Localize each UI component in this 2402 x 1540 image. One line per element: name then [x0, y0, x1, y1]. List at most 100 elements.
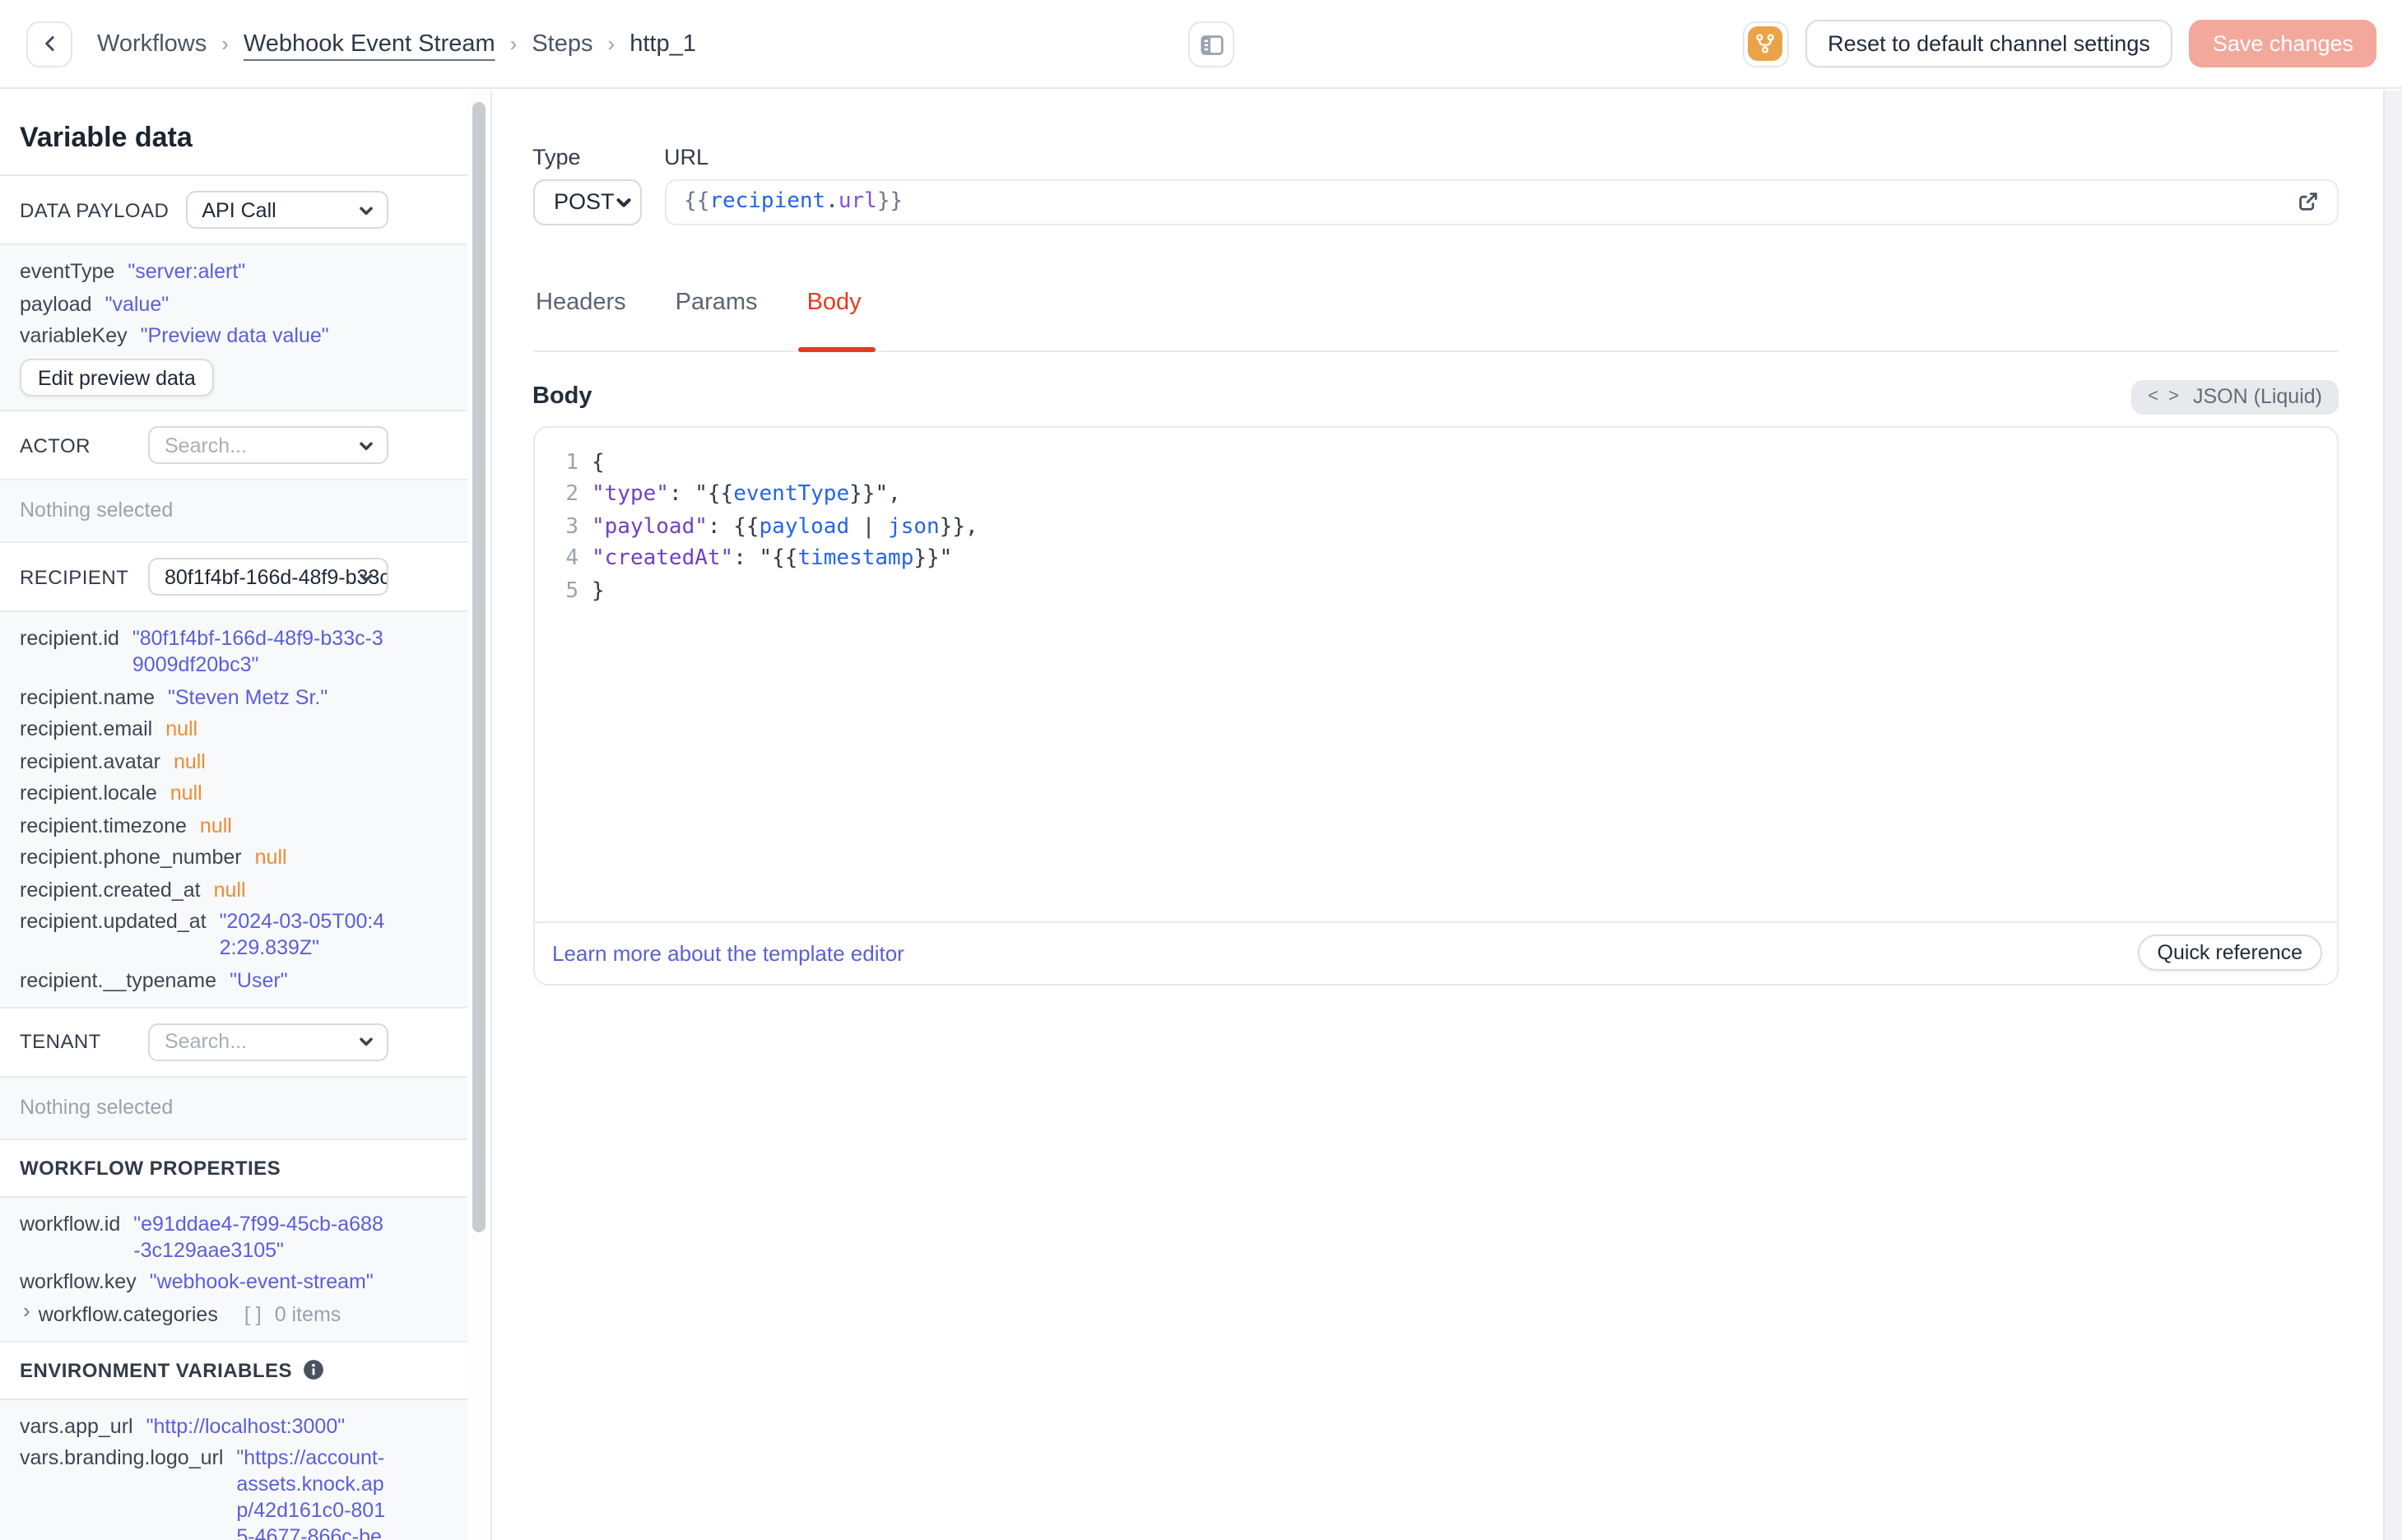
header-actions: Reset to default channel settings Save c…: [1742, 20, 2376, 67]
data-payload-select[interactable]: API Call: [185, 191, 388, 229]
variable-key: recipient.phone_number: [20, 846, 242, 869]
breadcrumb-item-workflows[interactable]: Workflows: [97, 30, 207, 57]
back-button[interactable]: [26, 21, 72, 67]
breadcrumb-separator: ›: [509, 31, 518, 56]
line-number: 2: [565, 482, 578, 507]
panel-layout-icon: [1197, 30, 1225, 58]
page-scrollbar-gutter[interactable]: [2383, 90, 2402, 1540]
commit-branch-button[interactable]: [1742, 21, 1789, 67]
request-tabs: Headers Params Body: [532, 287, 2339, 351]
chevron-down-icon: [357, 436, 375, 454]
variable-key: workflow.categories: [38, 1302, 218, 1325]
http-method-select[interactable]: POST: [532, 179, 641, 225]
reset-channel-settings-button[interactable]: Reset to default channel settings: [1805, 20, 2173, 67]
url-input[interactable]: {{recipient.url}}: [664, 179, 2339, 225]
editor-language-text: JSON (Liquid): [2193, 385, 2322, 408]
tab-headers[interactable]: Headers: [532, 287, 630, 350]
line-number: 5: [565, 578, 578, 603]
environment-variables-heading-text: ENVIRONMENT VARIABLES: [20, 1358, 292, 1381]
recipient-select[interactable]: 80f1f4bf-166d-48f9-b33c: [148, 558, 388, 596]
top-header: Workflows › Webhook Event Stream › Steps › htt…: [0, 0, 2402, 89]
variable-row: recipient.__typename "User": [20, 967, 388, 993]
variable-key: recipient.timezone: [20, 814, 187, 837]
code-text: "createdAt": "{{timestamp}}": [592, 546, 953, 571]
template-editor-docs-link[interactable]: Learn more about the template editor: [552, 940, 904, 965]
external-link-icon[interactable]: [2296, 190, 2321, 215]
variable-row: recipient.timezone null: [20, 812, 388, 838]
chevron-left-icon: [37, 31, 62, 56]
breadcrumb-separator: ›: [607, 31, 616, 56]
code-text: }: [592, 578, 605, 603]
variable-value: "User": [230, 968, 288, 991]
http-method-value: POST: [554, 189, 615, 215]
recipient-label: RECIPIENT: [20, 565, 129, 588]
variable-key: recipient.name: [20, 685, 155, 708]
chevron-down-icon: [615, 192, 634, 212]
environment-variables-heading: ENVIRONMENT VARIABLES: [0, 1342, 467, 1398]
preview-data-panel: eventType "server:alert" payload "value" var…: [0, 244, 467, 411]
variable-row: vars.app_url "http://localhost:3000": [20, 1412, 388, 1439]
type-label: Type: [532, 145, 581, 169]
breadcrumb-item-webhook-event-stream[interactable]: Webhook Event Stream: [244, 30, 495, 57]
quick-reference-button[interactable]: Quick reference: [2137, 935, 2322, 971]
tenant-search-input[interactable]: [150, 1024, 387, 1059]
template-editor: 1{2 "type": "{{eventType}}", 3 "payload": {…: [532, 425, 2339, 985]
variable-key: workflow.id: [20, 1212, 121, 1235]
variable-row: workflow.id "e91ddae4-7f99-45cb-a688-3c12…: [20, 1210, 388, 1263]
line-number: 3: [565, 514, 578, 539]
recipient-rows: recipient.id "80f1f4bf-166d-48f9-b33c-390…: [20, 625, 388, 993]
request-fields: Type POST URL {{recipient.url}}: [532, 143, 2339, 225]
array-count: 0 items: [274, 1302, 341, 1325]
recipient-row: RECIPIENT 80f1f4bf-166d-48f9-b33c: [0, 543, 467, 610]
sidebar-toggle-button[interactable]: [1188, 21, 1234, 67]
tab-params[interactable]: Params: [672, 287, 761, 350]
variable-value: "value": [105, 292, 170, 315]
breadcrumb-item-http-1: http_1: [630, 30, 696, 57]
variable-row: recipient.email null: [20, 716, 388, 742]
actor-row: ACTOR: [0, 411, 467, 479]
code-line: 4 "createdAt": "{{timestamp}}": [534, 543, 2337, 575]
code-text: "type": "{{eventType}}",: [592, 482, 901, 507]
variable-row: recipient.created_at null: [20, 876, 388, 902]
variable-row: recipient.phone_number null: [20, 844, 388, 870]
git-branch-icon: [1748, 26, 1783, 61]
variable-key: recipient.__typename: [20, 968, 217, 991]
variable-key: recipient.created_at: [20, 878, 201, 901]
code-editor-area[interactable]: 1{2 "type": "{{eventType}}", 3 "payload": {…: [534, 427, 2337, 921]
variable-row: recipient.id "80f1f4bf-166d-48f9-b33c-390…: [20, 625, 388, 678]
tab-body[interactable]: Body: [798, 287, 876, 351]
info-icon[interactable]: [302, 1359, 323, 1380]
variable-key: vars.app_url: [20, 1414, 133, 1437]
variable-key: variableKey: [20, 324, 128, 347]
variable-row: workflow.key "webhook-event-stream": [20, 1269, 388, 1295]
actor-label: ACTOR: [20, 434, 91, 457]
chevron-down-icon: [357, 201, 375, 219]
sidebar-scrollbar-track: [467, 90, 492, 1540]
breadcrumb-item-steps[interactable]: Steps: [532, 30, 592, 57]
sidebar-scrollbar-thumb[interactable]: [472, 102, 485, 1232]
http-step-editor: Type POST URL {{recipient.url}} Headers …: [492, 90, 2383, 1540]
url-template-value: {{recipient.url}}: [684, 190, 903, 215]
actor-search-select[interactable]: [148, 426, 388, 464]
breadcrumb: Workflows › Webhook Event Stream › Steps › htt…: [97, 30, 696, 57]
tenant-row: TENANT: [0, 1008, 467, 1075]
save-changes-button[interactable]: Save changes: [2189, 20, 2376, 67]
variable-value: "webhook-event-stream": [149, 1270, 374, 1293]
actor-empty-panel: Nothing selected: [0, 479, 467, 543]
code-text: "payload": {{payload | json}},: [592, 514, 978, 539]
variable-key: recipient.email: [20, 717, 153, 740]
variable-row: eventType "server:alert": [20, 258, 388, 285]
variable-row: vars.branding.logo_url "https://account-a…: [20, 1445, 388, 1540]
variable-key: recipient.locale: [20, 782, 157, 805]
type-field: Type POST: [532, 143, 641, 225]
recipient-selected-value: 80f1f4bf-166d-48f9-b33c: [165, 565, 387, 588]
variable-value: "Preview data value": [140, 324, 329, 347]
variable-data-sidebar: Variable data DATA PAYLOAD API Call even…: [0, 90, 467, 1540]
variable-value: null: [165, 717, 198, 740]
edit-preview-data-button[interactable]: Edit preview data: [20, 359, 214, 397]
tenant-search-select[interactable]: [148, 1023, 388, 1060]
actor-search-input[interactable]: [150, 428, 387, 462]
chevron-right-icon[interactable]: ›: [23, 1297, 30, 1324]
variable-row: payload "value": [20, 290, 388, 317]
variable-value: "2024-03-05T00:42:29.839Z": [219, 910, 385, 959]
